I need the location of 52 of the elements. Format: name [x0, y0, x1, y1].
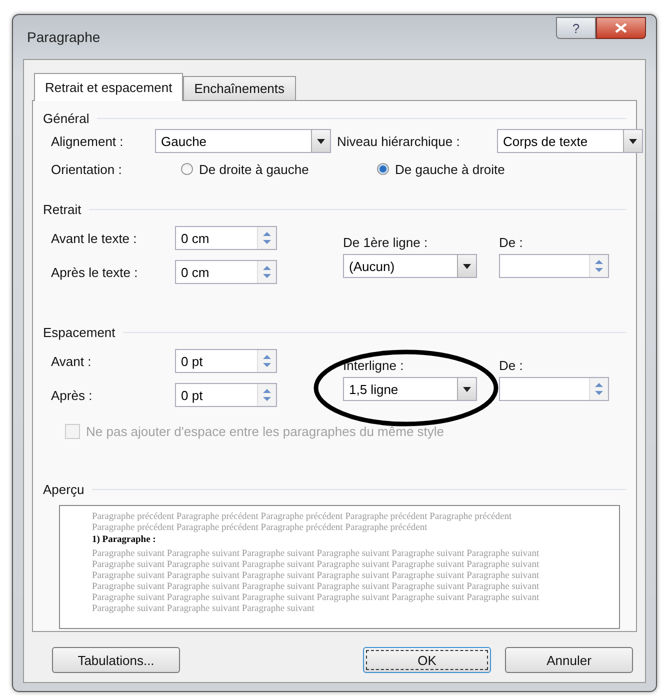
- field-label: Alignement :: [51, 134, 124, 148]
- outline-level-dropdown[interactable]: Corps de texte: [497, 129, 643, 153]
- spin-arrows-icon[interactable]: [263, 265, 271, 279]
- field-label: Après :: [51, 388, 94, 402]
- dialog-button[interactable]: OK: [363, 647, 491, 673]
- field-label: De :: [499, 235, 524, 250]
- spin-arrows-icon[interactable]: [595, 259, 603, 273]
- close-icon[interactable]: [615, 23, 627, 33]
- group-title: Général: [43, 111, 90, 126]
- field-label: Avant :: [51, 354, 92, 368]
- spin-arrows-icon[interactable]: [263, 354, 271, 368]
- checkbox-label: Ne pas ajouter d'espace entre les paragraphes du même style: [86, 424, 444, 438]
- field-label: De 1ère ligne :: [343, 235, 429, 250]
- spin-arrows-icon[interactable]: [263, 231, 271, 245]
- alignment-dropdown[interactable]: Gauche: [155, 129, 331, 153]
- dropdown-arrow-icon[interactable]: [463, 264, 471, 268]
- field-label: Orientation :: [51, 162, 123, 176]
- dropdown-arrow-icon[interactable]: [317, 138, 325, 144]
- tab[interactable]: Retrait et espacement: [34, 73, 184, 101]
- radio-label: De gauche à droite: [395, 162, 505, 176]
- radio-button[interactable]: [377, 163, 389, 175]
- group-title: Espacement: [43, 325, 116, 340]
- field-label: Niveau hiérarchique :: [337, 134, 461, 148]
- field-label: Avant le texte :: [51, 230, 138, 246]
- field-label: Après le texte :: [51, 264, 139, 280]
- preview-text: Paragraphe suivant Paragraphe suivant Paragraphe suivant Paragraphe suivant Paragraphe suivant Paragraphe suivant Paragraphe suivant Paragraphe suivant Paragraphe suivant Paragraphe suivant Paragraphe suivant Paragraphe suivant Paragraphe suivant Paragraphe suivant Paragraphe suivant Paragraphe suivant Paragraphe suivant Paragraphe suivant Paragraphe suivant Paragraphe suivant Paragraphe suivant Paragraphe suivant Paragraphe suivant Paragraphe suivant Paragraphe suivant Paragraphe suivant Paragraphe suivant Paragraphe suivant Paragraphe suivant Paragraphe suivant Paragraphe suivant Paragraphe suivant Paragraphe suivant: [92, 549, 540, 615]
- indent-before-field[interactable]: 0 cm: [175, 226, 277, 250]
- spacing-after-field[interactable]: 0 pt: [175, 383, 277, 407]
- spin-arrows-icon[interactable]: [595, 382, 603, 396]
- line-spacing-at-field[interactable]: [499, 377, 609, 401]
- help-button[interactable]: ?: [556, 17, 596, 39]
- radio-button[interactable]: [181, 163, 193, 175]
- spacing-before-field[interactable]: 0 pt: [175, 349, 277, 373]
- group-title: Aperçu: [43, 482, 84, 497]
- window-title: Paragraphe: [27, 29, 102, 45]
- preview-text: Paragraphe précédent Paragraphe précédent Paragraphe précédent Paragraphe précédent Paragraphe précédent Paragraphe précédent Paragraphe précédent Paragraphe précédent Paragraphe précédent: [92, 512, 513, 534]
- dialog-button[interactable]: Tabulations...: [52, 647, 180, 673]
- field-label: De :: [499, 358, 524, 373]
- close-button[interactable]: [596, 17, 646, 39]
- dropdown-arrow-icon[interactable]: [629, 138, 637, 144]
- dropdown-arrow-icon[interactable]: [463, 386, 471, 392]
- indent-after-field[interactable]: 0 cm: [175, 260, 277, 284]
- dialog-button[interactable]: Annuler: [505, 647, 633, 673]
- tab[interactable]: Enchaînements: [183, 76, 296, 100]
- line-spacing-dropdown[interactable]: 1,5 ligne: [343, 377, 477, 401]
- group-title: Retrait: [43, 202, 82, 217]
- first-line-by-field[interactable]: [499, 254, 609, 278]
- spin-arrows-icon[interactable]: [263, 388, 271, 402]
- radio-label: De droite à gauche: [199, 162, 309, 176]
- field-label: Interligne :: [343, 358, 405, 373]
- preview-heading: 1) Paragraphe :: [92, 534, 157, 546]
- first-line-dropdown[interactable]: (Aucun): [343, 254, 477, 278]
